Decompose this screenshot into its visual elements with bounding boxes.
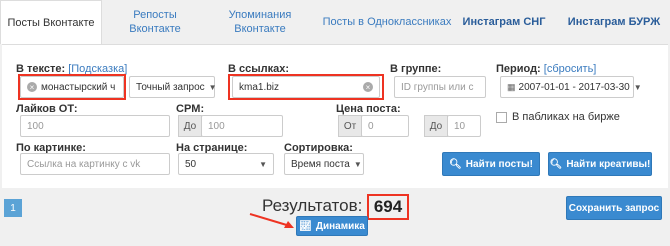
save-query-label: Сохранить запрос: [568, 202, 660, 214]
chart-icon: 📈︎: [299, 220, 312, 232]
dynamics-button[interactable]: 📈︎ Динамика: [296, 216, 368, 236]
save-query-button[interactable]: Сохранить запрос: [566, 196, 662, 220]
dynamics-label: Динамика: [315, 220, 365, 232]
